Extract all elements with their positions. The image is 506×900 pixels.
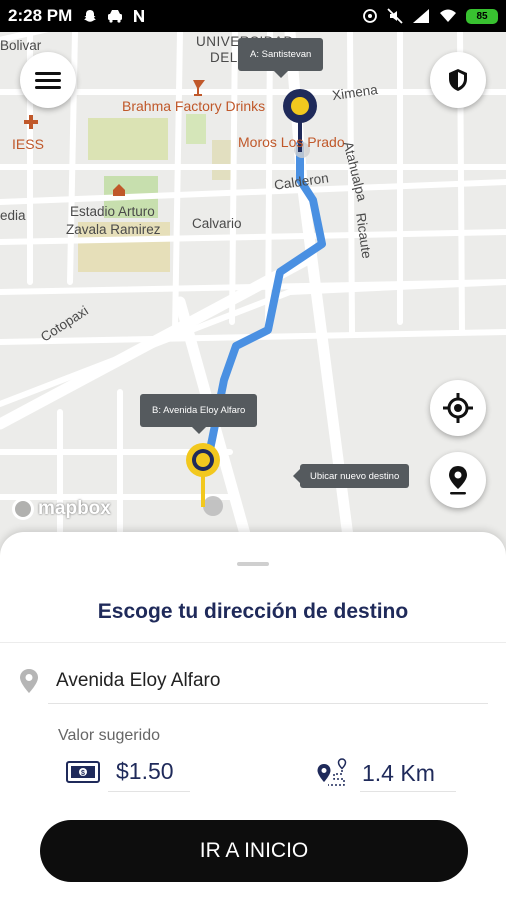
svg-text:$: $: [81, 770, 85, 777]
suggested-value-label: Valor sugerido: [58, 727, 160, 744]
location-pin-icon: [20, 669, 38, 693]
destination-field[interactable]: Avenida Eloy Alfaro: [18, 668, 220, 694]
distance-underline: [360, 791, 456, 792]
map-view[interactable]: Bolivar UNIVERSIDAD DEL Ximena Brahma Fa…: [0, 32, 506, 552]
destination-value: Avenida Eloy Alfaro: [56, 670, 221, 691]
map-label-calvario: Calvario: [192, 216, 242, 231]
route-distance-icon: [317, 758, 347, 786]
map-pin-icon: [449, 466, 467, 495]
price-field[interactable]: $ $1.50: [66, 758, 174, 785]
new-destination-button[interactable]: [430, 452, 486, 508]
sheet-title: Escoge tu dirección de destino: [97, 600, 409, 623]
status-time: 2:28 PM: [8, 6, 73, 25]
go-to-start-button[interactable]: IR A INICIO: [40, 820, 468, 882]
menu-button[interactable]: [20, 52, 76, 108]
map-label-bolivar: Bolivar: [0, 38, 42, 53]
cash-icon: $: [66, 760, 100, 783]
distance-value: 1.4 Km: [362, 759, 435, 786]
snapchat-icon: [84, 10, 97, 22]
status-bar: 2:28 PM 85: [0, 0, 506, 32]
origin-tooltip: A: Santistevan: [238, 38, 324, 78]
wifi-icon: [440, 9, 456, 22]
price-underline: [108, 791, 190, 792]
mute-icon: [387, 8, 403, 24]
battery-icon: 85: [466, 8, 498, 24]
battery-level: 85: [476, 10, 488, 22]
map-label-universidad-2: DEL: [210, 50, 238, 65]
shield-icon: [449, 69, 467, 91]
sheet-divider: [0, 642, 506, 643]
hospital-icon: [24, 115, 38, 129]
status-right-icons: 85: [362, 0, 498, 32]
new-destination-tooltip: Ubicar nuevo destino: [292, 464, 410, 488]
crosshair-icon: [443, 393, 473, 423]
map-label-estadio: Estadio Arturo: [70, 204, 155, 219]
status-left-icons: [82, 8, 146, 24]
locate-me-button[interactable]: [430, 380, 486, 436]
map-label-moros: Moros Los Prado: [238, 134, 345, 150]
mapbox-wordmark: mapbox: [38, 498, 111, 519]
destination-sheet: Escoge tu dirección de destino Avenida E…: [0, 532, 506, 900]
hotspot-icon: [363, 9, 377, 23]
sheet-drag-handle[interactable]: [237, 562, 269, 566]
map-label-estadio-2: Zavala Ramirez: [66, 222, 161, 237]
price-value: $1.50: [116, 758, 174, 784]
destination-tooltip: B: Avenida Eloy Alfaro: [140, 394, 258, 434]
map-label-brahma: Brahma Factory Drinks: [122, 98, 266, 114]
mapbox-attribution[interactable]: mapbox: [12, 498, 111, 520]
n-icon: [134, 10, 145, 22]
signal-icon: [413, 9, 429, 23]
mapbox-logo-icon: [12, 498, 34, 520]
car-icon: [108, 10, 123, 23]
map-label-iess: IESS: [12, 136, 44, 152]
safety-button[interactable]: [430, 52, 486, 108]
distance-display: 1.4 Km: [316, 758, 435, 788]
hamburger-menu-icon: [35, 72, 61, 89]
destination-underline: [48, 703, 488, 704]
map-label-media: edia: [0, 208, 26, 223]
